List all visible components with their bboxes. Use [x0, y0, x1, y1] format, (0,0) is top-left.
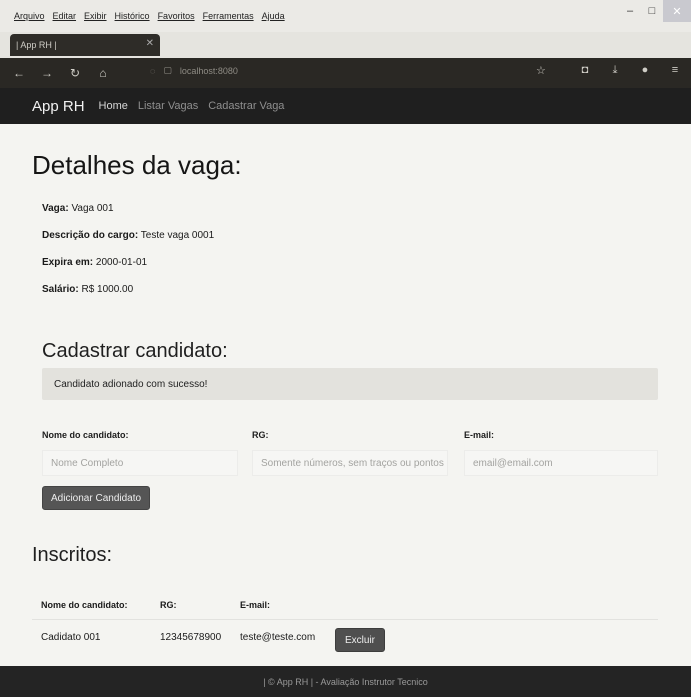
browser-navbar: ← → ↻ ⌂ ◌ ▢ localhost:8080 ☆ ◘ ⤓ ● ≡ — [0, 58, 691, 88]
page-icon: ▢ — [163, 65, 172, 75]
nav-home[interactable]: Home — [99, 100, 128, 112]
detail-vaga: Vaga: Vaga 001 — [42, 203, 114, 214]
column-header-email: E-mail: — [240, 600, 271, 610]
menu-exibir[interactable]: Exibir — [84, 11, 107, 21]
cell-rg: 12345678900 — [160, 632, 222, 643]
menu-favoritos[interactable]: Favoritos — [158, 11, 195, 21]
back-icon[interactable]: ← — [10, 66, 28, 80]
detail-value: R$ 1000.00 — [81, 284, 134, 295]
minimize-icon[interactable]: – — [619, 0, 641, 22]
tab-strip: | App RH | ✕ — [0, 32, 691, 58]
main-content: Detalhes da vaga: Vaga: Vaga 001 Descriç… — [0, 124, 691, 666]
table-divider — [32, 619, 658, 620]
close-window-icon[interactable]: ✕ — [663, 0, 691, 22]
browser-menubar: Arquivo Editar Exibir Histórico Favorito… — [0, 0, 691, 32]
page-footer: | © App RH | - Avaliação Instrutor Tecni… — [0, 666, 691, 697]
menu-historico[interactable]: Histórico — [115, 11, 150, 21]
cell-email: teste@teste.com — [240, 632, 316, 643]
account-icon[interactable]: ● — [637, 64, 653, 77]
url-bar[interactable]: ◌ ▢ localhost:8080 — [150, 65, 238, 76]
detail-value: Teste vaga 0001 — [140, 230, 215, 241]
menu-editar[interactable]: Editar — [53, 11, 77, 21]
success-alert: Candidato adionado com sucesso! — [42, 368, 658, 400]
tab-close-icon[interactable]: ✕ — [146, 38, 154, 49]
detail-label: Salário: — [42, 284, 79, 295]
column-header-rg: RG: — [160, 600, 177, 610]
pocket-icon[interactable]: ◘ — [577, 64, 593, 77]
rg-input[interactable] — [252, 450, 448, 476]
menu-icon[interactable]: ≡ — [667, 64, 683, 77]
detail-salario: Salário: R$ 1000.00 — [42, 284, 133, 295]
email-label: E-mail: — [464, 430, 495, 440]
detail-label: Descrição do cargo: — [42, 230, 139, 241]
app-header: App RH Home Listar Vagas Cadastrar Vaga — [0, 88, 691, 124]
column-header-nome: Nome do candidato: — [41, 600, 128, 610]
delete-candidate-button[interactable]: Excluir — [335, 628, 386, 652]
page-title: Detalhes da vaga: — [32, 150, 242, 180]
name-input[interactable] — [42, 450, 238, 476]
browser-tab[interactable]: | App RH | ✕ — [10, 34, 160, 56]
reload-icon[interactable]: ↻ — [66, 66, 84, 80]
menu-arquivo[interactable]: Arquivo — [14, 11, 45, 21]
detail-descricao: Descrição do cargo: Teste vaga 0001 — [42, 230, 214, 241]
tab-title: | App RH | — [16, 40, 57, 50]
download-icon[interactable]: ⤓ — [607, 64, 623, 77]
window-controls: – □ ✕ — [619, 0, 691, 32]
detail-value: 2000-01-01 — [95, 257, 148, 268]
name-label: Nome do candidato: — [42, 430, 129, 440]
nav-listar-vagas[interactable]: Listar Vagas — [138, 100, 198, 112]
url-text: localhost:8080 — [179, 65, 238, 76]
rg-label: RG: — [252, 430, 269, 440]
toolbar-icons: ◘ ⤓ ● ≡ — [577, 64, 683, 77]
bookmark-star-icon[interactable]: ☆ — [536, 64, 546, 77]
menu-ferramentas[interactable]: Ferramentas — [203, 11, 254, 21]
add-candidate-button[interactable]: Adicionar Candidato — [42, 486, 151, 510]
home-icon[interactable]: ⌂ — [94, 66, 112, 80]
menu-ajuda[interactable]: Ajuda — [262, 11, 285, 21]
detail-label: Vaga: — [42, 203, 69, 214]
maximize-icon[interactable]: □ — [641, 0, 663, 22]
nav-cadastrar-vaga[interactable]: Cadastrar Vaga — [208, 100, 284, 112]
forward-icon[interactable]: → — [38, 66, 56, 80]
app-brand[interactable]: App RH — [32, 98, 85, 115]
email-input[interactable] — [464, 450, 658, 476]
form-title: Cadastrar candidato: — [42, 340, 228, 362]
shield-icon: ◌ — [150, 65, 156, 76]
detail-label: Expira em: — [42, 257, 94, 268]
detail-value: Vaga 001 — [71, 203, 114, 214]
inscritos-title: Inscritos: — [32, 544, 113, 566]
cell-nome: Cadidato 001 — [41, 632, 101, 643]
detail-expira: Expira em: 2000-01-01 — [42, 257, 147, 268]
